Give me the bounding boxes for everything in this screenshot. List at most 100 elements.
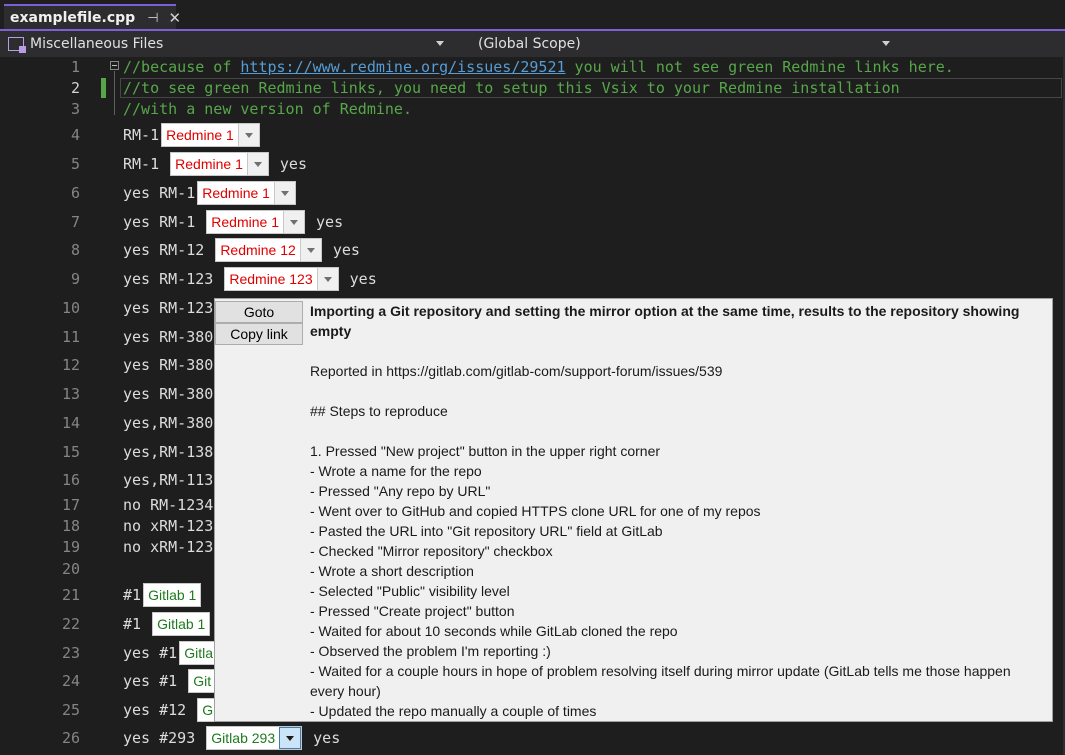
- line-number: 10: [61, 299, 80, 317]
- redmine-link-chip[interactable]: Redmine 1: [161, 123, 260, 147]
- code-text: yes: [304, 729, 341, 747]
- chevron-down-icon[interactable]: [436, 41, 444, 46]
- code-text: yes #1: [123, 644, 178, 662]
- code-text: yes RM-123: [123, 270, 223, 288]
- issue-body-line: ## Steps to reproduce: [310, 403, 448, 419]
- chevron-down-icon[interactable]: [299, 239, 321, 261]
- code-line-18: no xRM-123: [123, 517, 214, 535]
- project-label: Miscellaneous Files: [30, 36, 164, 52]
- line-number: 1: [70, 58, 80, 76]
- chevron-down-icon[interactable]: [282, 211, 304, 233]
- code-line-24: yes #1 Git: [123, 669, 218, 693]
- gitlab-link-chip[interactable]: Gitla: [179, 641, 218, 665]
- gitlab-link-chip[interactable]: Git: [188, 669, 217, 693]
- issue-body-line: [310, 421, 1045, 441]
- issue-body-line: - Wrote a short description: [310, 563, 474, 579]
- project-dropdown[interactable]: Miscellaneous Files: [8, 31, 448, 57]
- comment-text: //because of: [123, 58, 241, 76]
- code-line-21: #1 Gitlab 1: [123, 583, 203, 607]
- line-number: 13: [61, 385, 80, 403]
- tab-examplefile[interactable]: examplefile.cpp ⊣ ✕: [4, 4, 181, 30]
- issue-body-line: - Checked "Mirror repository" checkbox: [310, 543, 553, 559]
- issue-description: Importing a Git repository and setting t…: [310, 301, 1045, 721]
- pin-icon[interactable]: ⊣: [147, 11, 158, 26]
- chevron-down-icon[interactable]: [246, 153, 268, 175]
- redmine-link-chip[interactable]: Redmine 1: [206, 210, 305, 234]
- code-line-6: yes RM-1 Redmine 1: [123, 181, 298, 205]
- code-line-10: yes RM-123: [123, 299, 214, 317]
- redmine-link-chip[interactable]: Redmine 123: [224, 267, 339, 291]
- redmine-link-chip[interactable]: Redmine 1: [197, 181, 296, 205]
- code-line-22: #1 Gitlab 1: [123, 612, 212, 636]
- line-number: 11: [61, 328, 80, 346]
- line-number: 7: [70, 213, 80, 231]
- redmine-link-chip[interactable]: Redmine 12: [215, 238, 322, 262]
- line-number: 3: [70, 100, 80, 118]
- chip-label: Redmine 1: [162, 124, 238, 146]
- close-icon[interactable]: ✕: [169, 9, 182, 27]
- code-line-1: //because of https://www.redmine.org/iss…: [123, 56, 954, 78]
- miscellaneous-files-icon: [8, 37, 26, 53]
- issue-body-line: - Observed the problem I'm reporting :): [310, 643, 551, 659]
- chip-label: Git: [189, 670, 216, 692]
- goto-button[interactable]: Goto: [215, 301, 303, 323]
- code-text: yes: [323, 241, 360, 259]
- issue-body-line: - Pasted the URL into "Git repository UR…: [310, 523, 663, 539]
- chip-label: Redmine 123: [225, 268, 317, 290]
- chevron-down-icon[interactable]: [316, 268, 338, 290]
- code-text: RM-1: [123, 126, 160, 144]
- scope-dropdown[interactable]: (Global Scope): [458, 31, 898, 57]
- issue-preview-popup: Goto Copy link Importing a Git repositor…: [214, 298, 1053, 722]
- line-number: 19: [61, 538, 80, 556]
- scope-label: (Global Scope): [478, 36, 581, 52]
- issue-body-line: - Wrote a name for the repo: [310, 463, 482, 479]
- code-text: yes: [270, 155, 307, 173]
- gitlab-link-chip[interactable]: Gitlab 1: [143, 583, 202, 607]
- chip-label: Gitlab 1: [144, 584, 201, 606]
- tab-title: examplefile.cpp: [10, 10, 136, 26]
- collapse-icon[interactable]: [110, 61, 119, 70]
- gitlab-link-chip[interactable]: Gitlab 293: [206, 726, 303, 750]
- code-text: yes: [306, 213, 344, 231]
- code-text: yes: [340, 270, 377, 288]
- line-number: 4: [70, 126, 80, 144]
- code-line-16: yes,RM-113: [123, 471, 214, 489]
- chip-label: Redmine 1: [171, 153, 247, 175]
- line-number: 14: [61, 414, 80, 432]
- change-marker: [101, 78, 106, 98]
- chip-label: Redmine 1: [198, 182, 274, 204]
- chevron-down-icon[interactable]: [237, 124, 259, 146]
- code-line-26: yes #293 Gitlab 293 yes: [123, 726, 341, 750]
- issue-body-line: Reported in https://gitlab.com/gitlab-co…: [310, 363, 723, 379]
- issue-body-line: - Pressed "Create project" button: [310, 603, 515, 619]
- chevron-down-icon[interactable]: [279, 727, 302, 749]
- line-number: 12: [61, 356, 80, 374]
- chevron-down-icon[interactable]: [273, 182, 295, 204]
- code-line-8: yes RM-12 Redmine 12 yes: [123, 238, 360, 262]
- line-number: 26: [61, 729, 80, 747]
- title-bar: examplefile.cpp ⊣ ✕: [0, 0, 1065, 30]
- code-line-12: yes RM-380: [123, 356, 214, 374]
- comment-text: you will not see green Redmine links her…: [565, 58, 954, 76]
- code-line-23: yes #1 Gitla: [123, 641, 220, 665]
- code-text: yes RM-1: [123, 184, 196, 202]
- code-text: yes RM-12: [123, 241, 214, 259]
- line-number: 21: [61, 586, 80, 604]
- line-number: 22: [61, 615, 80, 633]
- line-number: 18: [61, 517, 80, 535]
- copy-link-button[interactable]: Copy link: [215, 323, 303, 345]
- code-text: yes #293: [123, 729, 205, 747]
- issue-body: Reported in https://gitlab.com/gitlab-co…: [310, 341, 1045, 721]
- line-number: 25: [61, 701, 80, 719]
- line-number: 2: [70, 79, 80, 97]
- chip-label: Gitlab 293: [207, 727, 280, 749]
- redmine-issue-link[interactable]: https://www.redmine.org/issues/29521: [240, 58, 565, 76]
- code-line-14: yes,RM-380: [123, 414, 214, 432]
- chevron-down-icon[interactable]: [882, 41, 890, 46]
- line-number: 15: [61, 443, 80, 461]
- code-text: RM-1: [123, 155, 169, 173]
- code-line-13: yes RM-380: [123, 385, 214, 403]
- redmine-link-chip[interactable]: Redmine 1: [170, 152, 269, 176]
- line-number: 20: [61, 560, 80, 578]
- gitlab-link-chip[interactable]: Gitlab 1: [152, 612, 211, 636]
